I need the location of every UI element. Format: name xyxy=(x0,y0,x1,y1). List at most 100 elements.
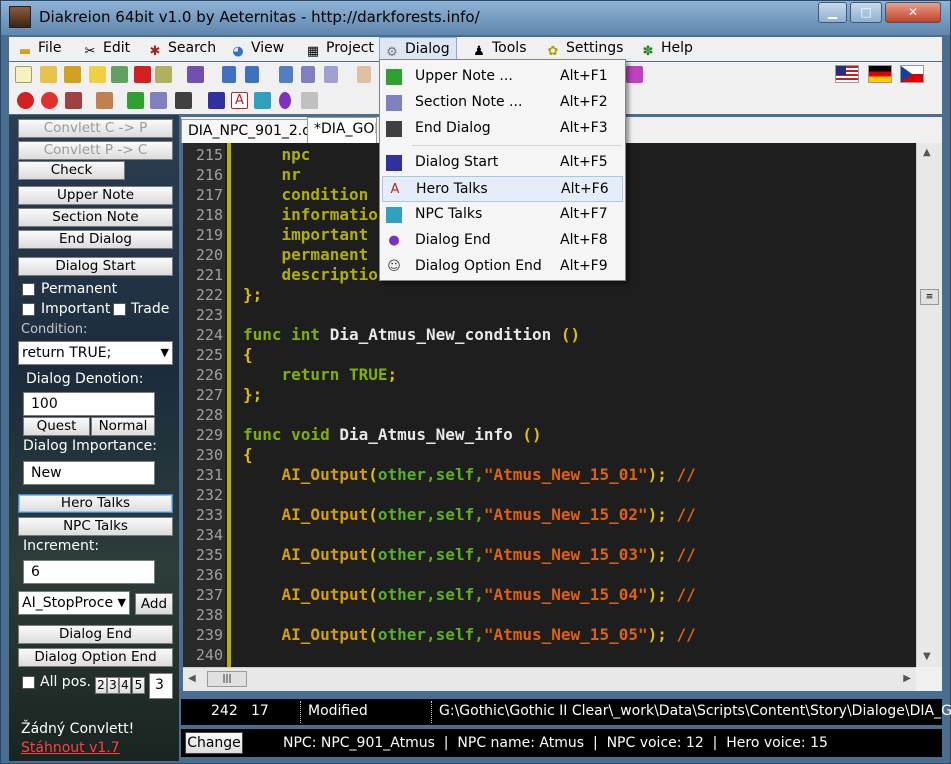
menu-settings[interactable]: ✿ Settings xyxy=(541,37,629,60)
convlett-p-c-button[interactable]: Convlett P -> C xyxy=(18,141,173,160)
quest-button[interactable]: Quest xyxy=(23,417,90,436)
de-flag[interactable] xyxy=(868,65,892,83)
save-all-icon[interactable] xyxy=(89,66,106,83)
scroll-down-icon[interactable]: ▼ xyxy=(923,651,931,662)
tab-dia-gor[interactable]: *DIA_GOR xyxy=(307,117,377,143)
paste-icon[interactable] xyxy=(324,66,338,83)
red-ball-icon[interactable] xyxy=(17,92,34,109)
menu-npc-talks[interactable]: NPC Talks Alt+F7 xyxy=(382,202,623,228)
pos-4-button[interactable]: 4 xyxy=(119,677,131,694)
cz-flag[interactable] xyxy=(900,65,924,83)
npc-talks-button[interactable]: NPC Talks xyxy=(18,517,173,536)
normal-button[interactable]: Normal xyxy=(91,417,155,436)
us-flag[interactable] xyxy=(835,65,859,83)
open-file-icon[interactable] xyxy=(40,66,57,83)
apple-icon[interactable] xyxy=(41,92,58,109)
scroll-up-icon[interactable]: ▲ xyxy=(923,147,931,158)
code-line: AI_Output(other,self,"Atmus_New_15_03");… xyxy=(243,545,696,565)
permanent-checkbox[interactable] xyxy=(22,283,35,296)
important-label: Important xyxy=(41,301,111,317)
menu-help[interactable]: ✽ Help xyxy=(636,37,699,60)
copy-icon[interactable] xyxy=(301,66,315,83)
pos-2-button[interactable]: 2 xyxy=(95,677,107,694)
change-button[interactable]: Change xyxy=(185,732,243,754)
save-icon[interactable] xyxy=(64,66,81,83)
npc-talks-icon[interactable] xyxy=(254,92,271,109)
convlett-c-p-button[interactable]: Convlett C -> P xyxy=(18,119,173,138)
undo-icon[interactable] xyxy=(222,66,236,83)
redo-icon[interactable] xyxy=(245,66,259,83)
dialog-start-icon[interactable] xyxy=(208,92,225,109)
new-file-icon[interactable] xyxy=(15,66,32,83)
vertical-scrollbar[interactable]: ▲ ≡ ▼ xyxy=(916,143,942,667)
menu-end-dialog[interactable]: End Dialog Alt+F3 xyxy=(382,116,623,142)
menu-dialog[interactable]: ⚙ Dialog xyxy=(379,37,457,60)
horizontal-scroll-thumb[interactable]: ||| xyxy=(207,671,247,687)
close-button[interactable]: ✕ xyxy=(885,2,941,23)
menu-dialog-option-end[interactable]: ☺ Dialog Option End Alt+F9 xyxy=(382,254,623,280)
chart-icon[interactable] xyxy=(187,66,204,83)
end-dialog-icon[interactable] xyxy=(175,92,192,109)
trade-checkbox[interactable] xyxy=(113,303,126,316)
pos-5-button[interactable]: 5 xyxy=(132,677,145,694)
print-icon[interactable] xyxy=(111,66,128,83)
section-note-button[interactable]: Section Note xyxy=(18,208,173,227)
download-link[interactable]: Stáhnout v1.7 xyxy=(21,740,120,756)
dialog-option-end-icon[interactable] xyxy=(301,92,318,109)
section-note-icon[interactable] xyxy=(150,92,167,109)
condition-select[interactable]: return TRUE; ▼ xyxy=(18,341,173,365)
flower-icon[interactable] xyxy=(626,66,643,83)
dialog-option-end-button[interactable]: Dialog Option End xyxy=(18,648,173,667)
menu-dialog-end[interactable]: ● Dialog End Alt+F8 xyxy=(382,228,623,254)
pos-field[interactable]: 3 xyxy=(149,673,173,699)
face-icon[interactable] xyxy=(96,92,113,109)
ai-function-select[interactable]: AI_StopProce ▼ xyxy=(18,591,130,615)
note-icon[interactable] xyxy=(127,92,144,109)
menu-hero-talks-label: Hero Talks xyxy=(416,181,488,197)
maximize-button[interactable]: □ xyxy=(850,2,882,23)
dialog-denotion-field[interactable]: 100 xyxy=(23,392,155,416)
horizontal-scrollbar[interactable]: ◀ ||| ▶ xyxy=(183,667,916,691)
add-button[interactable]: Add xyxy=(135,593,173,615)
check-button[interactable]: Check xyxy=(18,161,125,180)
menu-project[interactable]: ▦ Project xyxy=(301,37,380,60)
scroll-left-icon[interactable]: ◀ xyxy=(188,673,196,684)
tab-dia-npc-901[interactable]: DIA_NPC_901_2.d xyxy=(181,119,319,143)
menu-dialog-start[interactable]: Dialog Start Alt+F5 xyxy=(382,150,623,176)
dialog-end-icon[interactable] xyxy=(279,92,291,109)
important-checkbox[interactable] xyxy=(22,303,35,316)
menu-search[interactable]: ✱ Search xyxy=(143,37,222,60)
menu-tools[interactable]: ♟ Tools xyxy=(467,37,533,60)
end-dialog-button[interactable]: End Dialog xyxy=(18,230,173,249)
figure-red-icon[interactable] xyxy=(65,92,82,109)
dialog-importance-field[interactable]: New xyxy=(23,461,155,485)
hand-icon[interactable] xyxy=(357,66,371,83)
hero-talks-button[interactable]: Hero Talks xyxy=(18,494,173,513)
upper-note-button[interactable]: Upper Note xyxy=(18,186,173,205)
pos-3-button[interactable]: 3 xyxy=(107,677,119,694)
menu-upper-note[interactable]: Upper Note ... Alt+F1 xyxy=(382,64,623,90)
title-bar[interactable]: Diakreion 64bit v1.0 by Aeternitas - htt… xyxy=(1,1,950,35)
menu-view[interactable]: ◕ View xyxy=(226,37,290,60)
menu-section-note[interactable]: Section Note ... Alt+F2 xyxy=(382,90,623,116)
scroll-right-icon[interactable]: ▶ xyxy=(903,673,911,684)
hero-talks-icon[interactable]: A xyxy=(231,92,248,109)
dialog-end-button[interactable]: Dialog End xyxy=(18,625,173,644)
dialog-dropdown-menu: Upper Note ... Alt+F1 Section Note ... Alt… xyxy=(379,59,626,281)
edit-icon[interactable] xyxy=(155,66,172,83)
increment-field[interactable]: 6 xyxy=(23,560,155,584)
dialog-start-button[interactable]: Dialog Start xyxy=(18,257,173,276)
code-token: AI_Output xyxy=(281,625,369,644)
status-separator xyxy=(431,701,432,723)
minimize-button[interactable]: ▁ xyxy=(818,2,847,23)
menu-hero-talks[interactable]: A Hero Talks Alt+F6 xyxy=(382,176,623,202)
menu-edit[interactable]: ✂ Edit xyxy=(78,37,136,60)
cut-icon[interactable] xyxy=(279,66,293,83)
code-token: AI_Output xyxy=(281,545,369,564)
delete-icon[interactable] xyxy=(134,66,151,83)
all-pos-checkbox[interactable] xyxy=(22,676,35,689)
app-icon[interactable] xyxy=(9,6,31,28)
vertical-scroll-thumb[interactable]: ≡ xyxy=(920,289,939,305)
menu-file[interactable]: ▬ File xyxy=(13,37,67,60)
